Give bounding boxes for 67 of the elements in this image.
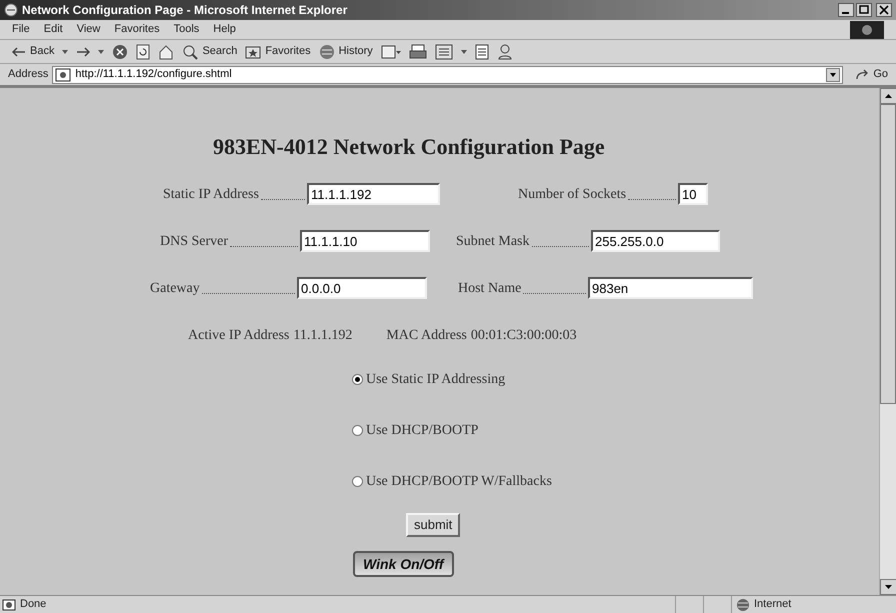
- refresh-icon[interactable]: [136, 44, 150, 60]
- window-title: Network Configuration Page - Microsoft Internet Explorer: [22, 2, 348, 19]
- radio-label: Use Static IP Addressing: [366, 371, 506, 389]
- field-label: DNS Server: [160, 233, 228, 251]
- favorites-button[interactable]: Favorites: [245, 43, 311, 60]
- menu-item[interactable]: File: [12, 21, 30, 38]
- radio-label: Use DHCP/BOOTP W/Fallbacks: [366, 473, 552, 491]
- field-label: Subnet Mask: [456, 233, 530, 251]
- search-button[interactable]: Search: [182, 43, 238, 60]
- text-field[interactable]: 0.0.0.0: [297, 277, 427, 299]
- close-icon[interactable]: [876, 3, 892, 17]
- caret-icon[interactable]: [98, 50, 104, 54]
- text-field[interactable]: 10: [678, 183, 708, 205]
- scrollbar[interactable]: [879, 88, 896, 595]
- caret-icon[interactable]: [460, 50, 467, 54]
- person-icon[interactable]: [496, 44, 513, 60]
- field-label: Host Name: [458, 280, 522, 298]
- document-icon[interactable]: [474, 44, 489, 60]
- printer-icon[interactable]: [408, 44, 427, 60]
- caret-icon[interactable]: [62, 50, 68, 54]
- dropdown-icon[interactable]: [826, 68, 840, 82]
- history-button[interactable]: History: [318, 43, 373, 60]
- zone-text: Internet: [754, 597, 792, 612]
- search-icon[interactable]: [182, 44, 198, 60]
- address-url: http://11.1.1.192/configure.shtml: [75, 67, 233, 82]
- left-arrow-icon[interactable]: [12, 46, 26, 56]
- info-label: Active IP Address: [188, 327, 290, 345]
- status-text: Done: [20, 597, 48, 612]
- info-label: MAC Address: [386, 327, 467, 345]
- page-icon[interactable]: [55, 68, 72, 82]
- right-arrow-icon[interactable]: [76, 46, 90, 56]
- star-folder-icon[interactable]: [245, 44, 262, 60]
- text-field[interactable]: 983en: [588, 277, 753, 299]
- menu-item[interactable]: View: [76, 21, 100, 38]
- info-value: 00:01:C3:00:00:03: [470, 327, 577, 345]
- address-label: Address: [8, 67, 48, 82]
- text-field[interactable]: 11.1.1.10: [300, 230, 430, 252]
- minimize-icon[interactable]: [838, 3, 854, 17]
- stop-icon[interactable]: [112, 44, 128, 60]
- field-label: Number of Sockets: [518, 186, 626, 204]
- wink-button[interactable]: Wink On/Off: [353, 551, 454, 577]
- globe-icon[interactable]: [736, 598, 750, 612]
- radio-button[interactable]: [352, 476, 363, 487]
- menu-item[interactable]: Edit: [44, 21, 63, 38]
- menu-item[interactable]: Favorites: [114, 21, 160, 38]
- page-icon[interactable]: [2, 598, 16, 610]
- field-label: Gateway: [150, 280, 200, 298]
- scroll-down-icon[interactable]: [880, 579, 896, 595]
- go-button[interactable]: Go: [855, 66, 888, 83]
- home-icon[interactable]: [158, 44, 174, 60]
- radio-label: Use DHCP/BOOTP: [366, 422, 478, 440]
- submit-button[interactable]: submit: [406, 513, 460, 537]
- text-field[interactable]: 255.255.0.0: [591, 230, 720, 252]
- menu-item[interactable]: Tools: [174, 21, 200, 38]
- text-field[interactable]: 11.1.1.192: [307, 183, 440, 205]
- back-button[interactable]: Back: [12, 43, 54, 60]
- maximize-icon[interactable]: [856, 3, 872, 17]
- info-value: 11.1.1.192: [293, 327, 352, 345]
- page-title: 983EN-4012 Network Configuration Page: [213, 133, 606, 161]
- radio-button[interactable]: [352, 425, 363, 436]
- radio-button[interactable]: [352, 374, 363, 385]
- scroll-up-icon[interactable]: [880, 88, 896, 104]
- menu-item[interactable]: Help: [213, 21, 236, 38]
- globe-icon[interactable]: [318, 44, 335, 60]
- address-field[interactable]: http://11.1.1.192/configure.shtml: [52, 66, 844, 84]
- go-arrow-icon[interactable]: [855, 68, 870, 80]
- field-label: Static IP Address: [163, 186, 259, 204]
